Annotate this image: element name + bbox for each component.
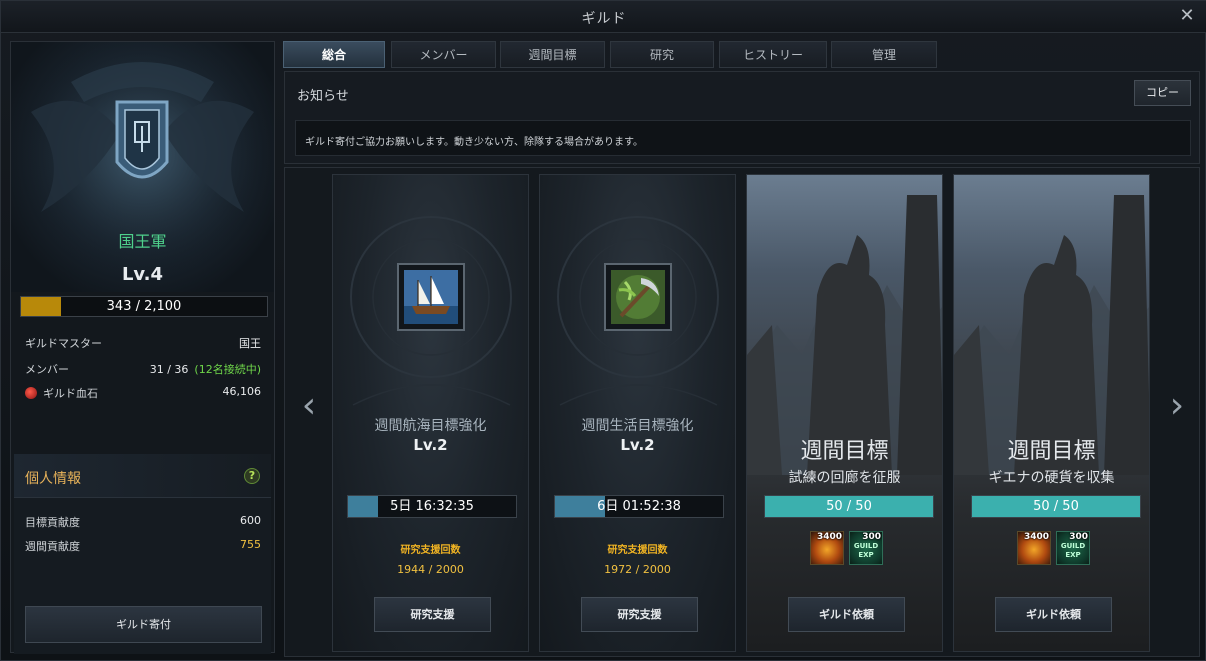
guild-level: Lv.4 [121, 264, 164, 285]
research-level: Lv.2 [620, 436, 655, 454]
guild-master-row: ギルドマスター 国王 [25, 335, 261, 353]
weekly-contribution-value: 755 [240, 538, 261, 551]
goal-contribution-label: 目標貢献度 [25, 516, 80, 529]
next-arrow-icon[interactable]: › [1163, 386, 1191, 426]
bloodstone-value: 46,106 [222, 385, 262, 398]
guild-exp-label-2: EXP [1065, 551, 1081, 559]
cards-area: ‹ › 週間航海目標強化 Lv.2 5日 16:32:35 研究支援回数 194… [284, 167, 1200, 657]
guild-exp-text: 343 / 2,100 [106, 299, 182, 314]
research-name: 週間生活目標強化 [581, 418, 694, 434]
support-count-value: 1972 / 2000 [604, 563, 671, 576]
bloodstone-icon [25, 387, 37, 399]
guild-exp-label: GUILD EXP [850, 542, 882, 560]
online-count: (12名接続中) [194, 363, 261, 376]
statue-landscape-icon [747, 195, 942, 475]
guild-master-label: ギルドマスター [25, 337, 102, 350]
statue-landscape-icon [954, 195, 1149, 475]
notice-text: ギルド寄付ご協力お願いします。動き少ない方、除隊する場合があります。 [305, 137, 643, 148]
support-count-label: 研究支援回数 [607, 545, 668, 556]
card-ornament-icon [557, 216, 719, 406]
prev-arrow-icon[interactable]: ‹ [295, 386, 323, 426]
weekly-goal-card-trial: 週間目標 試練の回廊を征服 50 / 50 3400 300 GUILD EXP … [746, 174, 943, 652]
ship-icon [404, 270, 458, 324]
research-timer-bar: 6日 01:52:38 [554, 495, 724, 518]
tab-members[interactable]: メンバー [391, 41, 496, 68]
personal-info-title: 個人情報 [25, 471, 81, 487]
help-icon[interactable]: ? [244, 468, 260, 484]
reward-guild-exp-icon: 300 GUILD EXP [849, 531, 883, 565]
bloodstone-label: ギルド血石 [25, 385, 98, 401]
reward-bloodstone-icon: 3400 [1017, 531, 1051, 565]
personal-info-header: 個人情報 ? [14, 454, 271, 498]
weekly-goal-progress-bar: 50 / 50 [971, 495, 1141, 518]
guild-exp-label-1: GUILD [1060, 542, 1086, 550]
weekly-goal-subtitle: ギエナの硬貨を収集 [988, 470, 1115, 486]
guild-master-value: 国王 [239, 337, 261, 350]
member-value: 31 / 36 (12名接続中) [150, 361, 261, 377]
weekly-goal-title: 週間目標 [800, 439, 889, 464]
research-support-button[interactable]: 研究支援 [581, 597, 698, 632]
research-card-sailing: 週間航海目標強化 Lv.2 5日 16:32:35 研究支援回数 1944 / … [332, 174, 529, 652]
reward-exp-amount: 300 [1069, 532, 1088, 542]
research-icon-frame [397, 263, 465, 331]
reward-amount: 3400 [1023, 532, 1049, 542]
close-icon[interactable]: ✕ [1177, 6, 1197, 26]
guild-exp-label-1: GUILD [853, 542, 879, 550]
weekly-goal-card-coins: 週間目標 ギエナの硬貨を収集 50 / 50 3400 300 GUILD EXP… [953, 174, 1150, 652]
copy-button[interactable]: コピー [1134, 80, 1191, 106]
notice-box: ギルド寄付ご協力お願いします。動き少ない方、除隊する場合があります。 [295, 120, 1191, 156]
reward-bloodstone-icon: 3400 [810, 531, 844, 565]
guild-exp-bar: 343 / 2,100 [20, 296, 268, 317]
bloodstone-row: ギルド血石 46,106 [25, 385, 261, 403]
bloodstone-label-text: ギルド血石 [43, 387, 98, 400]
reward-amount: 3400 [816, 532, 842, 542]
tab-research[interactable]: 研究 [610, 41, 714, 68]
reward-guild-exp-icon: 300 GUILD EXP [1056, 531, 1090, 565]
research-icon-frame [604, 263, 672, 331]
guild-emblem-area [11, 42, 274, 292]
research-name: 週間航海目標強化 [374, 418, 487, 434]
support-count-label: 研究支援回数 [400, 545, 461, 556]
member-label: メンバー [25, 363, 69, 376]
guild-window: ギルド ✕ 国王軍 Lv.4 343 / 2,100 ギルドマスター 国王 メン… [0, 0, 1206, 661]
support-count-value: 1944 / 2000 [397, 563, 464, 576]
member-count: 31 / 36 [149, 363, 189, 376]
window-title: ギルド [581, 11, 627, 27]
guild-exp-label-2: EXP [858, 551, 874, 559]
reward-exp-amount: 300 [862, 532, 881, 542]
tab-management[interactable]: 管理 [831, 41, 937, 68]
tab-history[interactable]: ヒストリー [719, 41, 827, 68]
research-timer-text: 6日 01:52:38 [597, 499, 681, 514]
tab-bar: 総合 メンバー 週間目標 研究 ヒストリー 管理 [283, 41, 943, 68]
weekly-goal-subtitle: 試練の回廊を征服 [788, 470, 901, 486]
notice-panel: お知らせ コピー ギルド寄付ご協力お願いします。動き少ない方、除隊する場合があり… [284, 71, 1200, 164]
research-level: Lv.2 [413, 436, 448, 454]
guild-donate-button[interactable]: ギルド寄付 [25, 606, 262, 643]
weekly-goal-progress-text: 50 / 50 [1033, 499, 1079, 514]
weekly-goal-progress-text: 50 / 50 [826, 499, 872, 514]
guild-exp-label: GUILD EXP [1057, 542, 1089, 560]
pickaxe-icon [611, 270, 665, 324]
weekly-contribution-label: 週間貢献度 [25, 540, 80, 553]
research-timer-text: 5日 16:32:35 [390, 499, 474, 514]
guild-name: 国王軍 [118, 232, 167, 251]
guild-emblem-icon [11, 42, 274, 292]
research-support-button[interactable]: 研究支援 [374, 597, 491, 632]
research-timer-bar: 5日 16:32:35 [347, 495, 517, 518]
tab-overview[interactable]: 総合 [283, 41, 385, 68]
tab-weekly-goals[interactable]: 週間目標 [500, 41, 605, 68]
guild-request-button[interactable]: ギルド依頼 [788, 597, 905, 632]
guild-request-button[interactable]: ギルド依頼 [995, 597, 1112, 632]
notice-title: お知らせ [297, 89, 349, 104]
weekly-goal-progress-bar: 50 / 50 [764, 495, 934, 518]
title-bar: ギルド ✕ [1, 1, 1206, 33]
goal-contribution-value: 600 [240, 514, 261, 527]
weekly-goal-title: 週間目標 [1007, 439, 1096, 464]
card-ornament-icon [350, 216, 512, 406]
research-card-life: 週間生活目標強化 Lv.2 6日 01:52:38 研究支援回数 1972 / … [539, 174, 736, 652]
member-row: メンバー 31 / 36 (12名接続中) [25, 361, 261, 379]
guild-summary-panel: 国王軍 Lv.4 343 / 2,100 ギルドマスター 国王 メンバー 31 … [10, 41, 275, 654]
